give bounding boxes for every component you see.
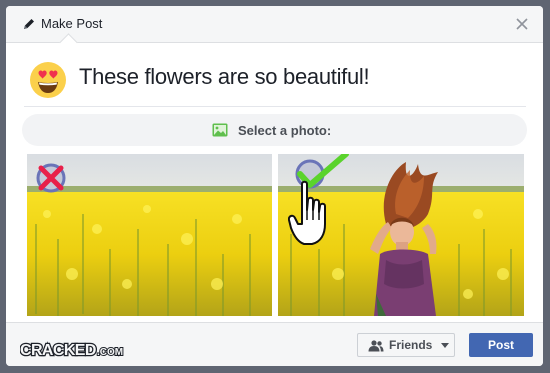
dialog-title: Make Post (41, 16, 103, 31)
select-photo-label: Select a photo: (238, 123, 332, 138)
photo-option-woman-in-field[interactable] (278, 154, 524, 316)
post-button-label: Post (487, 338, 514, 352)
red-x-icon (36, 163, 66, 193)
make-post-dialog: Make Post These flowers are so beautiful… (6, 6, 543, 366)
heart-eyes-emoji-icon (30, 62, 66, 98)
dialog-header: Make Post (6, 6, 543, 43)
close-icon[interactable] (516, 18, 528, 30)
pencil-icon (24, 19, 34, 29)
photo-icon (212, 123, 228, 137)
svg-text:CRACKED: CRACKED (20, 342, 96, 359)
post-text[interactable]: These flowers are so beautiful! (79, 64, 370, 90)
audience-label: Friends (389, 338, 433, 352)
audience-selector-button[interactable]: Friends (357, 333, 455, 357)
divider (24, 106, 526, 107)
svg-text:.COM: .COM (97, 347, 123, 358)
friends-icon (368, 340, 384, 352)
post-button[interactable]: Post (469, 333, 533, 357)
cracked-logo: CRACKED .COM (20, 341, 124, 359)
dialog-footer: CRACKED .COM Friends Post (6, 322, 543, 366)
hand-pointer-icon (288, 180, 326, 245)
chevron-down-icon (441, 343, 449, 348)
photo-option-empty-field[interactable] (27, 154, 272, 316)
select-photo-bar: Select a photo: (22, 114, 527, 146)
